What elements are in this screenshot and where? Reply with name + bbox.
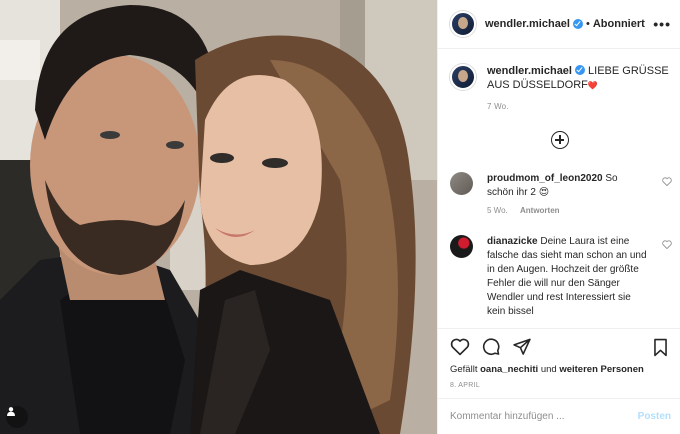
bookmark-icon[interactable]: [652, 338, 669, 357]
share-icon[interactable]: [512, 337, 532, 356]
liker-username[interactable]: oana_nechiti: [480, 364, 538, 375]
other-likers-link[interactable]: weiteren Personen: [559, 364, 643, 375]
comment-text-block: proudmom_of_leon2020 So schön ihr 2 😍: [487, 172, 647, 200]
header-separator: •: [585, 18, 590, 30]
comment-input[interactable]: [450, 411, 620, 422]
caption-username[interactable]: wendler.michael: [487, 65, 572, 77]
comment-item: dianazicke Deine Laura ist eine falsche …: [450, 235, 672, 319]
action-row: [450, 337, 532, 356]
verified-badge-icon: [572, 19, 583, 29]
author-username[interactable]: wendler.michael: [485, 18, 570, 30]
post-photo[interactable]: [0, 0, 437, 434]
commenter-avatar[interactable]: [450, 235, 473, 258]
caption-heart-emoji: ❤️: [587, 81, 598, 90]
tag-user-icon[interactable]: [6, 406, 28, 428]
comment-text: Deine Laura ist eine falsche das sieht m…: [487, 236, 647, 317]
post-sidebar: wendler.michael • Abonniert ••• wendler.…: [437, 0, 680, 434]
post-comment-button[interactable]: Posten: [638, 411, 671, 422]
add-comment-bar: Posten: [438, 398, 680, 434]
commenter-avatar[interactable]: [450, 172, 473, 195]
comment-time: 5 Wo.: [487, 206, 508, 215]
post-caption: wendler.michael LIEBE GRÜSSE AUS DÜSSELD…: [450, 64, 672, 111]
instagram-post-modal: wendler.michael • Abonniert ••• wendler.…: [0, 0, 680, 434]
caption-text-block: wendler.michael LIEBE GRÜSSE AUS DÜSSELD…: [487, 64, 672, 93]
likes-prefix: Gefällt: [450, 364, 478, 375]
caption-time: 7 Wo.: [487, 102, 509, 111]
likes-summary: Gefällt oana_nechiti und weiteren Person…: [450, 364, 644, 375]
likes-joiner: und: [540, 364, 557, 375]
follow-status-button[interactable]: Abonniert: [593, 18, 645, 30]
like-comment-heart-icon[interactable]: [662, 177, 672, 186]
comment-item: proudmom_of_leon2020 So schön ihr 2 😍 5 …: [450, 172, 672, 215]
heart-icon[interactable]: [450, 337, 470, 356]
post-header: wendler.michael • Abonniert •••: [438, 0, 680, 49]
comment-icon[interactable]: [481, 337, 501, 356]
more-options-icon[interactable]: •••: [653, 16, 671, 32]
post-date: 8. APRIL: [450, 382, 481, 389]
like-comment-heart-icon[interactable]: [662, 240, 672, 249]
caption-verified-badge-icon: [574, 65, 585, 75]
commenter-username[interactable]: dianazicke: [487, 236, 538, 247]
reply-link[interactable]: Antworten: [520, 206, 560, 215]
comment-text-block: dianazicke Deine Laura ist eine falsche …: [487, 235, 647, 319]
commenter-username[interactable]: proudmom_of_leon2020: [487, 173, 603, 184]
selfie-illustration: [0, 0, 437, 434]
load-more-comments-icon[interactable]: [551, 131, 569, 149]
author-avatar[interactable]: [450, 11, 476, 37]
comment-meta: 5 Wo. Antworten: [487, 206, 672, 215]
caption-author-avatar[interactable]: [450, 64, 476, 90]
